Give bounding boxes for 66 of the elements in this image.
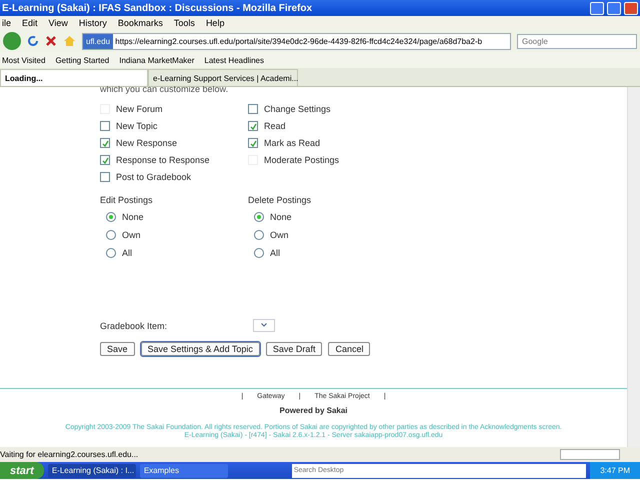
radio-button[interactable]: [254, 248, 264, 258]
form-button[interactable]: Save Settings & Add Topic: [140, 342, 260, 356]
group-title: Delete Postings: [248, 195, 312, 205]
menu-item[interactable]: Help: [206, 18, 224, 28]
radio-label: None: [270, 212, 292, 222]
menu-item[interactable]: Bookmarks: [118, 18, 163, 28]
checkbox[interactable]: [248, 104, 258, 114]
radio-label: None: [122, 212, 144, 222]
taskbar-item[interactable]: E-Learning (Sakai) : I...: [48, 464, 136, 478]
form-button[interactable]: Save: [100, 342, 135, 356]
powered-by-text: Powered by Sakai: [279, 406, 348, 415]
form-button[interactable]: Cancel: [328, 342, 370, 356]
menu-item[interactable]: Tools: [174, 18, 195, 28]
field-label: Gradebook Item:: [100, 320, 168, 330]
search-field[interactable]: Google: [517, 34, 637, 48]
bookmark[interactable]: Latest Headlines: [204, 56, 264, 64]
gradebook-dropdown[interactable]: [253, 319, 276, 332]
radio-label: All: [122, 248, 132, 258]
checkbox[interactable]: [100, 155, 110, 165]
bookmark[interactable]: Indiana MarketMaker: [119, 56, 194, 64]
checkbox-label: New Response: [116, 138, 178, 148]
checkbox-label: Post to Gradebook: [116, 172, 192, 182]
checkbox-label: Read: [264, 121, 286, 131]
checkbox-label: Mark as Read: [264, 138, 320, 148]
form-button[interactable]: Save Draft: [266, 342, 322, 356]
clock: 3:47 PM: [590, 462, 640, 479]
checkbox[interactable]: [100, 121, 110, 131]
bookmark[interactable]: Getting Started: [55, 56, 110, 64]
radio-label: All: [270, 248, 280, 258]
scrollbar[interactable]: [627, 87, 640, 447]
chevron-down-icon: [261, 323, 268, 327]
browser-tab[interactable]: Loading...: [0, 69, 148, 86]
menu-item[interactable]: ile: [2, 18, 12, 28]
radio-button[interactable]: [106, 230, 116, 240]
start-button[interactable]: start: [0, 462, 44, 479]
checkbox[interactable]: [248, 138, 258, 148]
checkbox-label: Change Settings: [264, 104, 331, 114]
radio-button[interactable]: [254, 230, 264, 240]
checkbox-label: New Topic: [116, 121, 158, 131]
radio-label: Own: [122, 230, 141, 240]
checkbox[interactable]: [248, 121, 258, 131]
taskbar-item[interactable]: Examples: [140, 464, 228, 478]
menu-item[interactable]: History: [78, 18, 107, 28]
checkbox[interactable]: [100, 138, 110, 148]
bookmark[interactable]: Most Visited: [2, 56, 46, 64]
radio-label: Own: [270, 230, 289, 240]
stop-icon[interactable]: [45, 35, 57, 47]
restore-icon[interactable]: [607, 2, 621, 14]
menu-item[interactable]: Edit: [22, 18, 38, 28]
checkbox-label: New Forum: [116, 104, 163, 114]
radio-button[interactable]: [106, 248, 116, 258]
radio-button[interactable]: [106, 212, 116, 222]
group-title: Edit Postings: [100, 195, 154, 205]
menu-item[interactable]: View: [48, 18, 68, 28]
checkbox-label: Response to Response: [116, 155, 210, 165]
window-title: E-Learning (Sakai) : IFAS Sandbox : Discussions - Mozilla Firefox: [2, 2, 314, 14]
address-field[interactable]: ufl.edu https://elearning2.courses.ufl.edu/portal/site/394e0dc2-96de-4439-82f6-ffcd4c24e324/page/a68d7ba2-b: [82, 32, 511, 50]
status-text: Vaiting for elearning2.courses.ufl.edu...: [0, 450, 140, 459]
checkbox-label: Moderate Postings: [264, 155, 340, 165]
radio-button[interactable]: [254, 212, 264, 222]
minimize-icon[interactable]: [590, 2, 604, 14]
reload-icon[interactable]: [27, 35, 39, 47]
progress-field: [560, 449, 620, 460]
browser-tab[interactable]: e-Learning Support Services | Academi...: [148, 69, 298, 86]
checkbox[interactable]: [100, 172, 110, 182]
close-icon[interactable]: [624, 2, 638, 14]
